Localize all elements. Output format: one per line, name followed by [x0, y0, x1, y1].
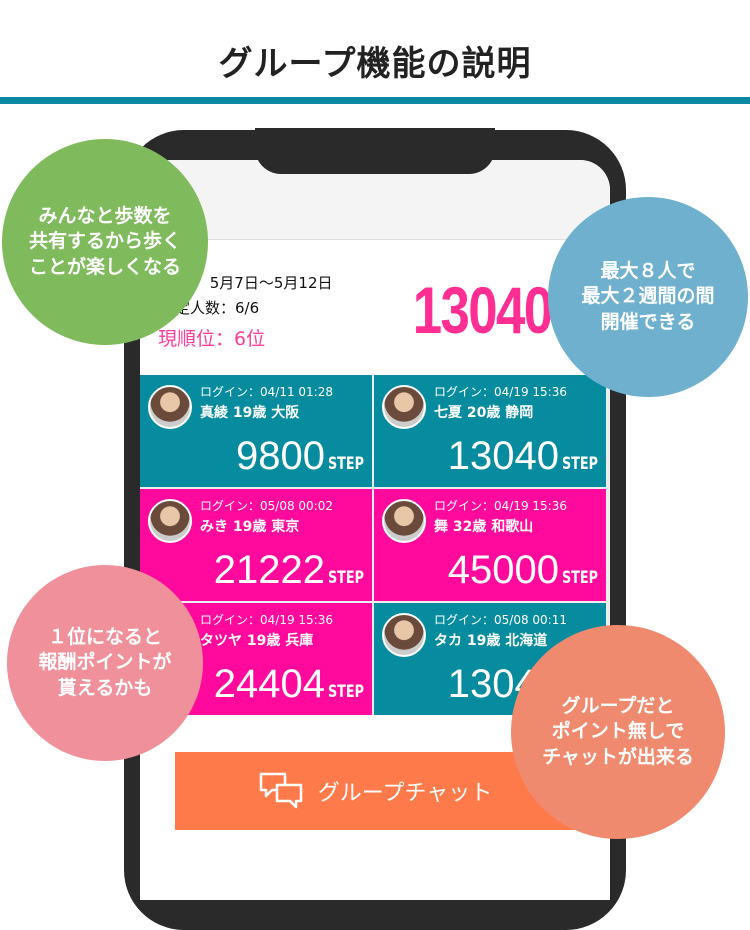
title-divider	[0, 97, 750, 104]
step-count: 9800	[236, 434, 325, 478]
current-rank: 現順位：6位	[158, 328, 266, 350]
avatar	[382, 613, 426, 657]
step-unit: STEP	[328, 568, 364, 588]
step-unit: STEP	[328, 682, 364, 702]
bubble-chat: グループだと ポイント無しで チャットが出来る	[511, 625, 725, 839]
step-unit: STEP	[328, 454, 364, 474]
step-unit: STEP	[562, 454, 598, 474]
member-steps: 21222 STEP	[214, 548, 364, 593]
bubble-reward: １位になると 報酬ポイントが 貰えるかも	[7, 565, 203, 761]
step-count: 24404	[213, 662, 325, 706]
bubble-share-steps: みんなと歩数を 共有するから歩く ことが楽しくなる	[2, 139, 208, 345]
login-time: ログイン：05/08 00:02	[200, 499, 333, 513]
member-name: 七夏 20歳 静岡	[434, 405, 534, 421]
bubble-text: １位になると 報酬ポイントが 貰えるかも	[38, 625, 172, 699]
member-name: タカ 19歳 北海道	[434, 633, 548, 649]
avatar	[148, 499, 192, 543]
member-name: タツヤ 19歳 兵庫	[200, 633, 314, 649]
member-name: 真綾 19歳 大阪	[200, 405, 300, 421]
member-steps: 45000 STEP	[448, 548, 598, 593]
step-count: 21222	[213, 548, 325, 592]
bubble-text: 最大８人で 最大２週間の間 開催できる	[581, 259, 715, 333]
bubble-text: みんなと歩数を 共有するから歩く ことが楽しくなる	[28, 204, 181, 278]
login-time: ログイン：04/19 15:36	[200, 613, 333, 627]
avatar	[382, 499, 426, 543]
login-time: ログイン：04/19 15:36	[434, 499, 567, 513]
member-steps: 13040STEP	[448, 434, 598, 479]
chat-bubbles-icon	[259, 772, 303, 809]
member-card[interactable]: ログイン：04/19 15:36 舞 32歳 和歌山 45000 STEP	[374, 489, 606, 601]
group-chat-label: グループチャット	[317, 781, 493, 806]
step-count: 13040	[447, 434, 559, 478]
member-card[interactable]: ログイン：04/19 15:36 七夏 20歳 静岡 13040 STEP	[374, 375, 606, 487]
login-time: ログイン：04/19 15:36	[434, 385, 567, 399]
member-steps: 9800 STEP	[236, 434, 364, 479]
bubble-group-size: 最大８人で 最大２週間の間 開催できる	[548, 197, 748, 397]
member-card[interactable]: ログイン：05/08 00:02 みき 19歳 東京 21222 STEP	[140, 489, 372, 601]
phone-notch	[255, 128, 495, 174]
member-name: 舞 32歳 和歌山	[434, 519, 534, 535]
avatar	[148, 385, 192, 429]
login-time: ログイン：05/08 00:11	[434, 613, 567, 627]
avatar	[382, 385, 426, 429]
login-time: ログイン：04/11 01:28	[200, 385, 333, 399]
member-steps: 24404 STEP	[214, 662, 364, 707]
step-count: 45000	[447, 548, 559, 592]
member-name: みき 19歳 東京	[200, 519, 300, 535]
step-unit: STEP	[562, 568, 598, 588]
page-title: グループ機能の説明	[218, 44, 532, 84]
bubble-text: グループだと ポイント無しで チャットが出来る	[542, 694, 694, 768]
my-step-count: 13040	[413, 273, 553, 347]
member-card[interactable]: ログイン：04/11 01:28 真綾 19歳 大阪 9800 STEP	[140, 375, 372, 487]
